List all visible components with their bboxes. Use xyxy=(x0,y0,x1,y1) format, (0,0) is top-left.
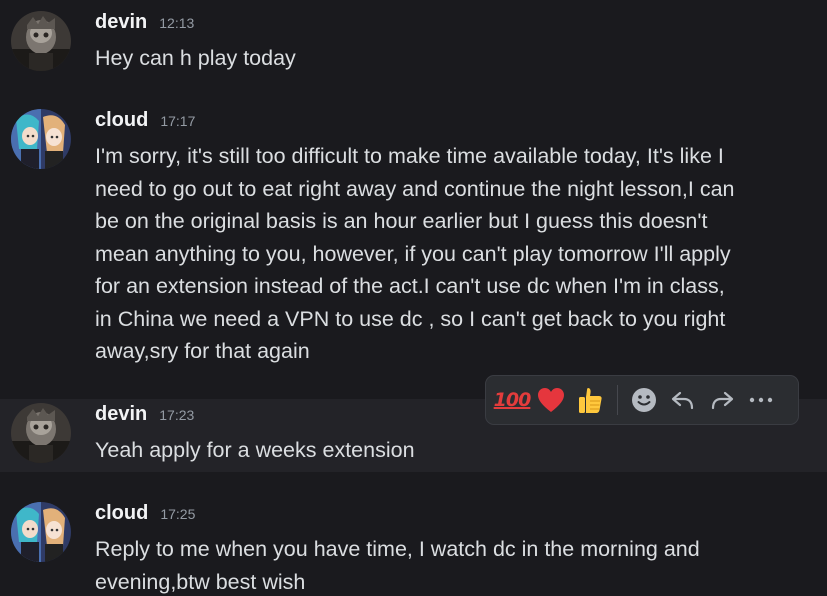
forward-icon xyxy=(711,391,734,410)
avatar-devin[interactable] xyxy=(11,403,71,463)
message-line: Reply to me when you have time, I watch … xyxy=(95,537,700,561)
reaction-heart-button[interactable] xyxy=(533,380,569,420)
message-line: for an extension instead of the act.I ca… xyxy=(95,274,725,298)
avatar-devin-image xyxy=(11,403,71,463)
message-line: away,sry for that again xyxy=(95,339,310,363)
message-content: Yeah apply for a weeks extension xyxy=(95,434,795,467)
username[interactable]: cloud xyxy=(95,502,148,525)
reply-icon xyxy=(671,391,694,410)
message-line: need to go out to eat right away and con… xyxy=(95,176,735,201)
message-content: Reply to me when you have time, I watch … xyxy=(95,533,795,596)
red-heart-icon xyxy=(538,388,564,412)
reaction-thumbs-up-button[interactable] xyxy=(572,380,608,420)
message[interactable]: devin 12:13 Hey can h play today xyxy=(0,0,827,95)
message-line: mean anything to you, however, if you ca… xyxy=(95,241,731,266)
thumbs-up-icon xyxy=(579,388,602,413)
message-content: I'm sorry, it's still too difficult to m… xyxy=(95,140,795,368)
timestamp[interactable]: 12:13 xyxy=(159,15,194,31)
username[interactable]: devin xyxy=(95,403,147,426)
message[interactable]: cloud 17:17 I'm sorry, it's still too di… xyxy=(0,95,827,395)
toolbar-divider xyxy=(617,385,618,415)
hundred-points-icon: 100 xyxy=(493,389,532,411)
message-actions-toolbar: 100 xyxy=(485,375,799,425)
username[interactable]: cloud xyxy=(95,109,148,132)
message-line: Hey can h play today xyxy=(95,46,296,70)
add-reaction-button[interactable] xyxy=(626,380,662,420)
message-line: I'm sorry, it's still too difficult to m… xyxy=(95,144,724,168)
avatar-cloud-image xyxy=(11,109,71,169)
message-content: Hey can h play today xyxy=(95,42,795,75)
timestamp[interactable]: 17:17 xyxy=(160,113,195,129)
avatar-cloud-image xyxy=(11,502,71,562)
timestamp[interactable]: 17:25 xyxy=(160,506,195,522)
chat-message-list: devin 12:13 Hey can h play today cloud 1… xyxy=(0,0,827,596)
avatar-devin[interactable] xyxy=(11,11,71,71)
reaction-hundred-button[interactable]: 100 xyxy=(493,380,532,420)
message-line: be on the original basis is an hour earl… xyxy=(95,209,708,233)
avatar-devin-image xyxy=(11,11,71,71)
more-options-button[interactable] xyxy=(743,380,779,420)
more-options-icon xyxy=(749,397,773,403)
add-reaction-icon xyxy=(632,388,656,412)
avatar-cloud[interactable] xyxy=(11,502,71,562)
message-line: evening,btw best wish xyxy=(95,569,306,594)
reply-button[interactable] xyxy=(665,380,701,420)
message-line: Yeah apply for a weeks extension xyxy=(95,438,415,462)
avatar-cloud[interactable] xyxy=(11,109,71,169)
message[interactable]: cloud 17:25 Reply to me when you have ti… xyxy=(0,490,827,596)
message-line: in China we need a VPN to use dc , so I … xyxy=(95,306,726,331)
username[interactable]: devin xyxy=(95,11,147,34)
forward-button[interactable] xyxy=(704,380,740,420)
timestamp[interactable]: 17:23 xyxy=(159,407,194,423)
